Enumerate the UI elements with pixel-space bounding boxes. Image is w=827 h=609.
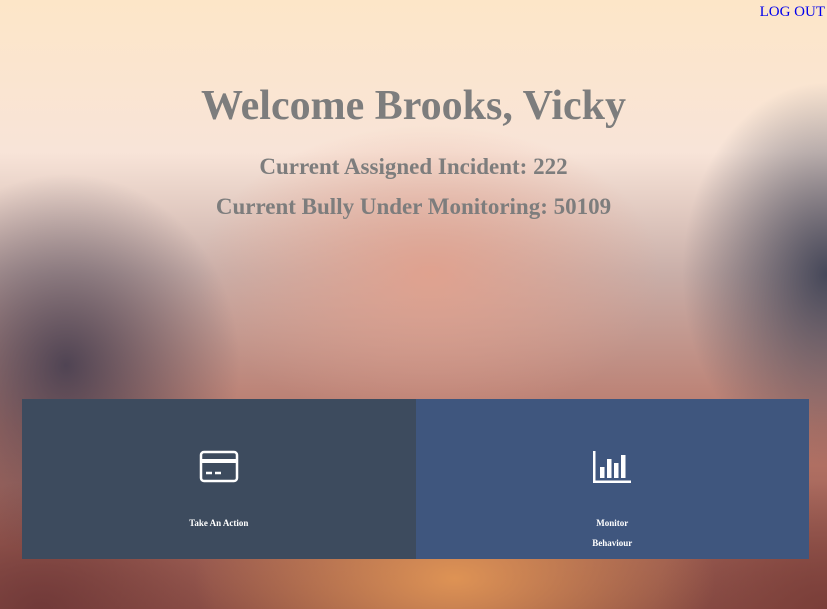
assigned-incident-text: Current Assigned Incident: 222	[259, 154, 568, 179]
page-title: Welcome Brooks, Vicky	[200, 83, 627, 129]
monitor-behaviour-label: Monitor Behaviour	[592, 518, 633, 548]
bully-monitoring-text: Current Bully Under Monitoring: 50109	[215, 194, 612, 219]
bar-chart-icon	[592, 449, 632, 489]
take-action-button[interactable]: Take An Action	[22, 399, 416, 559]
logout-link[interactable]: LOG OUT	[760, 4, 825, 21]
credit-card-icon	[199, 449, 239, 489]
action-panel: Take An Action Monitor Behaviour	[22, 399, 809, 559]
take-action-label: Take An Action	[189, 518, 249, 528]
monitor-behaviour-button[interactable]: Monitor Behaviour	[415, 399, 809, 559]
